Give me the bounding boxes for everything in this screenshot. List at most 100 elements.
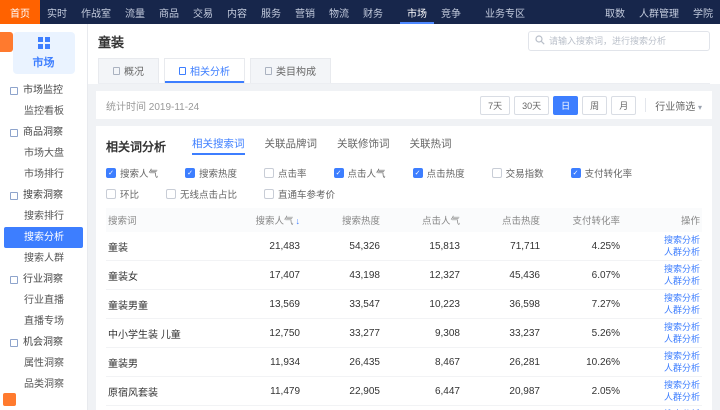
range-30d-button[interactable]: 30天 [514,96,549,115]
nav-item-trade[interactable]: 交易 [186,0,220,24]
filter-click-popularity[interactable]: 点击人气 [334,166,386,180]
filter-pay-conversion[interactable]: 支付转化率 [571,166,633,180]
audience-analysis-link[interactable]: 人群分析 [664,246,700,258]
sidebar-item-label: 行业洞察 [23,269,63,290]
filter-trade-index[interactable]: 交易指数 [492,166,544,180]
nav-item-service[interactable]: 服务 [254,0,288,24]
checkbox-icon[interactable] [334,168,344,178]
nav-item-content[interactable]: 内容 [220,0,254,24]
granularity-day-button[interactable]: 日 [553,96,578,115]
tab-related-hot-words[interactable]: 关联热词 [410,136,452,155]
sidebar-item-product-insight[interactable]: 商品洞察 [0,122,87,143]
audience-analysis-link[interactable]: 人群分析 [664,362,700,374]
filter-wireless-click-share[interactable]: 无线点击占比 [166,187,237,201]
audience-analysis-link[interactable]: 人群分析 [664,333,700,345]
search-analysis-link[interactable]: 搜索分析 [664,292,700,304]
tab-related-brand-words[interactable]: 关联品牌词 [265,136,318,155]
tab-label: 类目构成 [276,63,316,78]
nav-right-group: 取数 人群管理 学院 [598,0,720,24]
search-input[interactable] [549,36,703,46]
nav-item-marketing[interactable]: 营销 [288,0,322,24]
sidebar-item-label: 搜索人群 [24,248,64,269]
sidebar-item-industry-live[interactable]: 行业直播 [0,290,87,311]
table-row: 童装男 11,934 26,435 8,467 26,281 10.26% 搜索… [106,348,702,377]
sidebar-item-industry-insight[interactable]: 行业洞察 [0,269,87,290]
filter-ztc-reference-price[interactable]: 直通车参考价 [264,187,335,201]
nav-item-market[interactable]: 市场 [400,0,434,24]
sidebar-item-category-insight[interactable]: 品类洞察 [0,374,87,395]
tab-overview[interactable]: 概况 [98,58,159,83]
nav-item-warroom[interactable]: 作战室 [74,0,118,24]
chevron-down-icon: ▾ [698,103,702,112]
checkbox-icon[interactable] [106,168,116,178]
click-popularity-cell: 12,327 [398,270,478,281]
col-pay-conversion[interactable]: 支付转化率 [558,213,638,227]
checkbox-icon[interactable] [413,168,423,178]
checkbox-icon[interactable] [166,189,176,199]
range-7d-button[interactable]: 7天 [480,96,510,115]
sidebar-item-market-ranking[interactable]: 市场排行 [0,164,87,185]
search-analysis-link[interactable]: 搜索分析 [664,321,700,333]
search-analysis-link[interactable]: 搜索分析 [664,379,700,391]
checkbox-icon[interactable] [264,168,274,178]
col-click-popularity[interactable]: 点击人气 [398,213,478,227]
granularity-month-button[interactable]: 月 [611,96,636,115]
nav-item-traffic[interactable]: 流量 [118,0,152,24]
col-search-heat[interactable]: 搜索热度 [318,213,398,227]
sidebar-item-market-overview[interactable]: 市场大盘 [0,143,87,164]
sort-desc-icon[interactable]: ↓ [296,216,301,226]
audience-analysis-link[interactable]: 人群分析 [664,304,700,316]
sidebar-item-search-analysis[interactable]: 搜索分析 [4,227,83,248]
industry-filter-dropdown[interactable]: 行业筛选 ▾ [655,98,702,113]
col-search-popularity[interactable]: 搜索人气↓ [238,213,318,227]
sidebar-item-label: 搜索洞察 [23,185,63,206]
nav-item-competition[interactable]: 竞争 [434,0,468,24]
page-header: 童装 概况 相关分析 [88,24,720,84]
sidebar-item-attribute-insight[interactable]: 属性洞察 [0,353,87,374]
renew-badge-icon[interactable] [0,32,13,52]
checkbox-icon[interactable] [264,189,274,199]
checkbox-icon[interactable] [185,168,195,178]
tab-related-modifier-words[interactable]: 关联修饰词 [337,136,390,155]
sidebar-item-search-insight[interactable]: 搜索洞察 [0,185,87,206]
service-badge-icon[interactable] [3,393,16,406]
sidebar-item-market-monitor[interactable]: 市场监控 [0,80,87,101]
search-box[interactable] [528,31,710,51]
nav-item-academy[interactable]: 学院 [686,0,720,24]
sidebar-item-search-ranking[interactable]: 搜索排行 [0,206,87,227]
filter-click-heat[interactable]: 点击热度 [413,166,465,180]
filter-search-heat[interactable]: 搜索热度 [185,166,237,180]
tab-category-composition[interactable]: 类目构成 [250,58,331,83]
search-analysis-link[interactable]: 搜索分析 [664,350,700,362]
nav-item-data-fetch[interactable]: 取数 [598,0,632,24]
nav-item-realtime[interactable]: 实时 [40,0,74,24]
sidebar-item-opportunity-insight[interactable]: 机会洞察 [0,332,87,353]
audience-analysis-link[interactable]: 人群分析 [664,275,700,287]
nav-item-logistics[interactable]: 物流 [322,0,356,24]
nav-item-home[interactable]: 首页 [0,0,40,24]
nav-item-audience-management[interactable]: 人群管理 [632,0,686,24]
filter-chain-ratio[interactable]: 环比 [106,187,139,201]
search-analysis-link[interactable]: 搜索分析 [664,234,700,246]
sidebar-item-live-sessions[interactable]: 直播专场 [0,311,87,332]
audience-analysis-link[interactable]: 人群分析 [664,391,700,403]
checkbox-icon[interactable] [106,189,116,199]
checkbox-icon[interactable] [571,168,581,178]
nav-item-products[interactable]: 商品 [152,0,186,24]
granularity-week-button[interactable]: 周 [582,96,607,115]
module-badge-market[interactable]: 市场 [13,32,75,74]
sidebar-item-search-audience[interactable]: 搜索人群 [0,248,87,269]
col-click-heat[interactable]: 点击热度 [478,213,558,227]
tab-related-analysis[interactable]: 相关分析 [164,58,245,83]
checkbox-icon[interactable] [492,168,502,178]
search-analysis-link[interactable]: 搜索分析 [664,263,700,275]
nav-item-business-zone[interactable]: 业务专区 [478,0,532,24]
nav-item-finance[interactable]: 财务 [356,0,390,24]
checkbox-label: 无线点击占比 [180,187,237,201]
table-row: 童装秋装2019年新款 8,565 19,335 5,460 18,324 6.… [106,406,702,410]
filter-click-rate[interactable]: 点击率 [264,166,307,180]
sidebar-item-monitor-board[interactable]: 监控看板 [0,101,87,122]
tab-label: 概况 [124,63,144,78]
filter-search-popularity[interactable]: 搜索人气 [106,166,158,180]
tab-related-search-words[interactable]: 相关搜索词 [192,136,245,155]
